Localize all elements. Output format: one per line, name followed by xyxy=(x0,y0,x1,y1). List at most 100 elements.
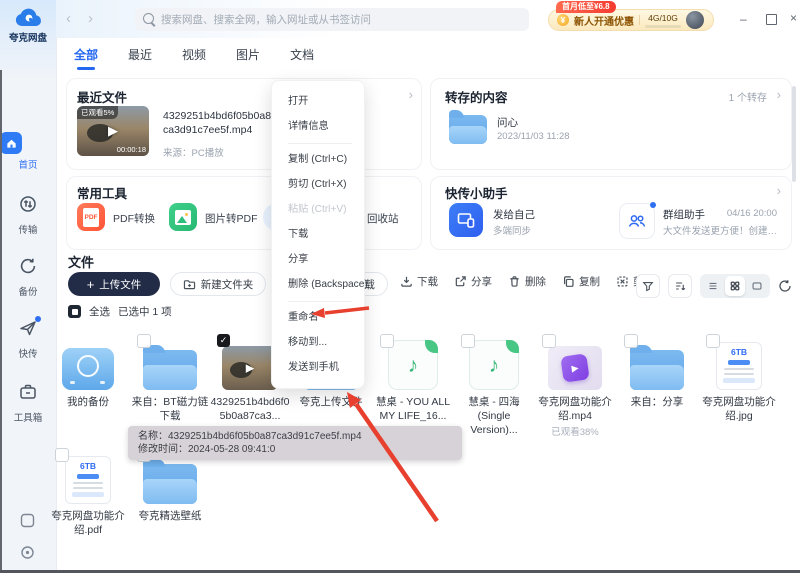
tab-document[interactable]: 文档 xyxy=(288,42,316,67)
refresh-button[interactable] xyxy=(778,279,792,293)
select-all-checkbox[interactable] xyxy=(68,305,81,318)
file-item-wallpaper-folder[interactable]: 夸克精选壁纸 xyxy=(129,448,211,523)
mini-window-icon[interactable] xyxy=(19,512,36,534)
sort-button[interactable] xyxy=(668,274,692,298)
pdf-convert-label[interactable]: PDF转换 xyxy=(113,211,155,226)
menu-item-share[interactable]: 分享 xyxy=(272,247,364,272)
group-assistant-time: 04/16 20:00 xyxy=(726,208,777,219)
file-item-feature-jpg[interactable]: 6TB 夸克网盘功能介绍.jpg xyxy=(698,334,780,423)
recent-video-name[interactable]: 4329251b4bd6f05b0a87 ca3d91c7ee5f.mp4 xyxy=(163,109,277,137)
assistant-card: 快传小助手 › 发给自己 多端同步 群组助手 04/16 20:00 大文件发送… xyxy=(430,176,792,250)
chevron-right-icon[interactable]: › xyxy=(777,184,781,197)
filter-button[interactable] xyxy=(636,274,660,298)
upload-button[interactable]: + 上传文件 xyxy=(68,272,160,296)
checkbox[interactable] xyxy=(706,334,720,348)
tab-video[interactable]: 视频 xyxy=(180,42,208,67)
grid-view-button[interactable] xyxy=(725,276,745,296)
filter-tabs: 全部 最近 视频 图片 文档 xyxy=(56,40,800,68)
file-item-bt-folder[interactable]: 来自：BT磁力链下载 xyxy=(129,334,211,423)
tab-image[interactable]: 图片 xyxy=(234,42,262,67)
sidebar-item-home[interactable]: 首页 xyxy=(0,132,56,171)
image-to-pdf-label[interactable]: 图片转PDF xyxy=(205,211,258,226)
chevron-right-icon[interactable]: › xyxy=(777,88,781,101)
transferred-folder-name[interactable]: 问心 xyxy=(497,115,518,130)
download-button[interactable]: 下载 xyxy=(400,274,438,289)
menu-item-rename[interactable]: 重命名 xyxy=(272,305,364,330)
list-view-button[interactable] xyxy=(703,276,723,296)
checkbox[interactable] xyxy=(624,334,638,348)
file-name: 慧桌 - YOU ALL MY LIFE_16... xyxy=(375,396,451,422)
sidebar-item-backup[interactable]: 备份 xyxy=(0,256,56,298)
file-item-my-backup[interactable]: 我的备份 xyxy=(47,336,129,409)
menu-item-copy[interactable]: 复制 (Ctrl+C) xyxy=(272,147,364,172)
folder-icon[interactable] xyxy=(449,110,487,144)
checkbox[interactable] xyxy=(542,334,556,348)
search-input[interactable] xyxy=(135,8,529,31)
back-button[interactable]: ‹ xyxy=(66,11,71,26)
music-file-icon: ♪ xyxy=(388,340,438,390)
tooltip-modified: 修改时间：2024-05-28 09:41:0 xyxy=(138,444,276,455)
file-item-share-folder[interactable]: 来自：分享 xyxy=(616,334,698,409)
menu-item-details[interactable]: 详情信息 xyxy=(272,114,364,139)
download-icon xyxy=(401,276,412,287)
recycle-bin-label[interactable]: 回收站 xyxy=(367,211,399,226)
menu-item-delete[interactable]: 删除 (Backspace) xyxy=(272,272,368,297)
file-name: 夸克网盘功能介绍.pdf xyxy=(51,510,125,536)
share-button[interactable]: 分享 xyxy=(454,274,492,289)
checkbox-checked[interactable]: ✓ xyxy=(217,334,230,347)
transferred-card: 转存的内容 1 个转存 › 问心 2023/11/03 11:28 xyxy=(430,78,792,170)
maximize-button[interactable] xyxy=(766,14,777,25)
copy-label: 复制 xyxy=(579,276,600,288)
file-name: 夸克网盘功能介绍.jpg xyxy=(702,396,776,422)
minimize-button[interactable]: – xyxy=(740,13,747,25)
file-item-music-1[interactable]: ♪ 慧桌 - YOU ALL MY LIFE_16... xyxy=(372,334,454,423)
forward-button[interactable]: › xyxy=(88,11,93,26)
video-duration: 00:00:18 xyxy=(116,145,146,154)
new-folder-label: 新建文件夹 xyxy=(200,278,254,291)
menu-item-open[interactable]: 打开 xyxy=(272,89,364,114)
play-icon: ▶ xyxy=(570,362,580,373)
menu-item-paste: 粘贴 (Ctrl+V) xyxy=(288,204,347,215)
chevron-right-icon[interactable]: › xyxy=(409,88,413,101)
file-name: 夸克上传文件 xyxy=(299,396,363,408)
card-view-icon xyxy=(752,282,762,290)
preview-pill xyxy=(77,473,99,479)
avatar[interactable] xyxy=(686,11,704,29)
tab-all[interactable]: 全部 xyxy=(72,42,100,67)
checkbox[interactable] xyxy=(137,334,151,348)
group-assistant-icon[interactable] xyxy=(619,202,656,239)
sidebar-item-transfer[interactable]: 传输 xyxy=(0,194,56,236)
pdf-convert-icon[interactable]: PDF xyxy=(77,203,105,231)
recent-video-thumbnail[interactable]: 已观看5% ▶ 00:00:18 xyxy=(77,106,149,156)
image-to-pdf-icon[interactable] xyxy=(169,203,197,231)
send-to-self-title[interactable]: 发给自己 xyxy=(493,207,535,222)
music-note-icon: ♪ xyxy=(407,353,419,377)
card-view-button[interactable] xyxy=(747,276,767,296)
trash-icon xyxy=(510,276,519,287)
preview-line xyxy=(724,372,754,375)
delete-button[interactable]: 删除 xyxy=(508,274,546,289)
checkbox[interactable] xyxy=(55,448,69,462)
transferred-title: 转存的内容 xyxy=(445,91,508,105)
menu-item-download[interactable]: 下载 xyxy=(272,222,364,247)
tab-recent[interactable]: 最近 xyxy=(126,42,154,67)
send-to-self-subtitle: 多端同步 xyxy=(493,226,532,237)
menu-item-move-to[interactable]: 移动到... xyxy=(272,330,364,355)
file-item-feature-pdf[interactable]: 6TB 夸克网盘功能介绍.pdf xyxy=(47,448,129,537)
send-to-self-icon[interactable] xyxy=(449,203,483,237)
group-assistant-title[interactable]: 群组助手 xyxy=(663,207,705,222)
menu-item-cut[interactable]: 剪切 (Ctrl+X) xyxy=(272,172,364,197)
file-name: 夸克网盘功能介绍.mp4 xyxy=(538,396,612,422)
checkbox[interactable] xyxy=(461,334,475,348)
new-folder-button[interactable]: 新建文件夹 xyxy=(170,272,266,296)
checkbox[interactable] xyxy=(380,334,394,348)
scrollbar[interactable] xyxy=(792,86,796,182)
file-item-music-2[interactable]: ♪ 慧桌 - 四海 (Single Version)... xyxy=(453,334,535,437)
copy-button[interactable]: 复制 xyxy=(562,274,600,289)
settings-icon[interactable] xyxy=(19,544,36,566)
download-label: 下载 xyxy=(417,276,438,288)
name-line1: 4329251b4bd6f05b0a87 xyxy=(163,110,277,122)
close-button[interactable]: × xyxy=(790,12,797,24)
menu-item-send-to-phone[interactable]: 发送到手机 xyxy=(272,355,364,380)
file-item-feature-mp4[interactable]: ▶ 夸克网盘功能介绍.mp4 已观看38% xyxy=(534,334,616,438)
